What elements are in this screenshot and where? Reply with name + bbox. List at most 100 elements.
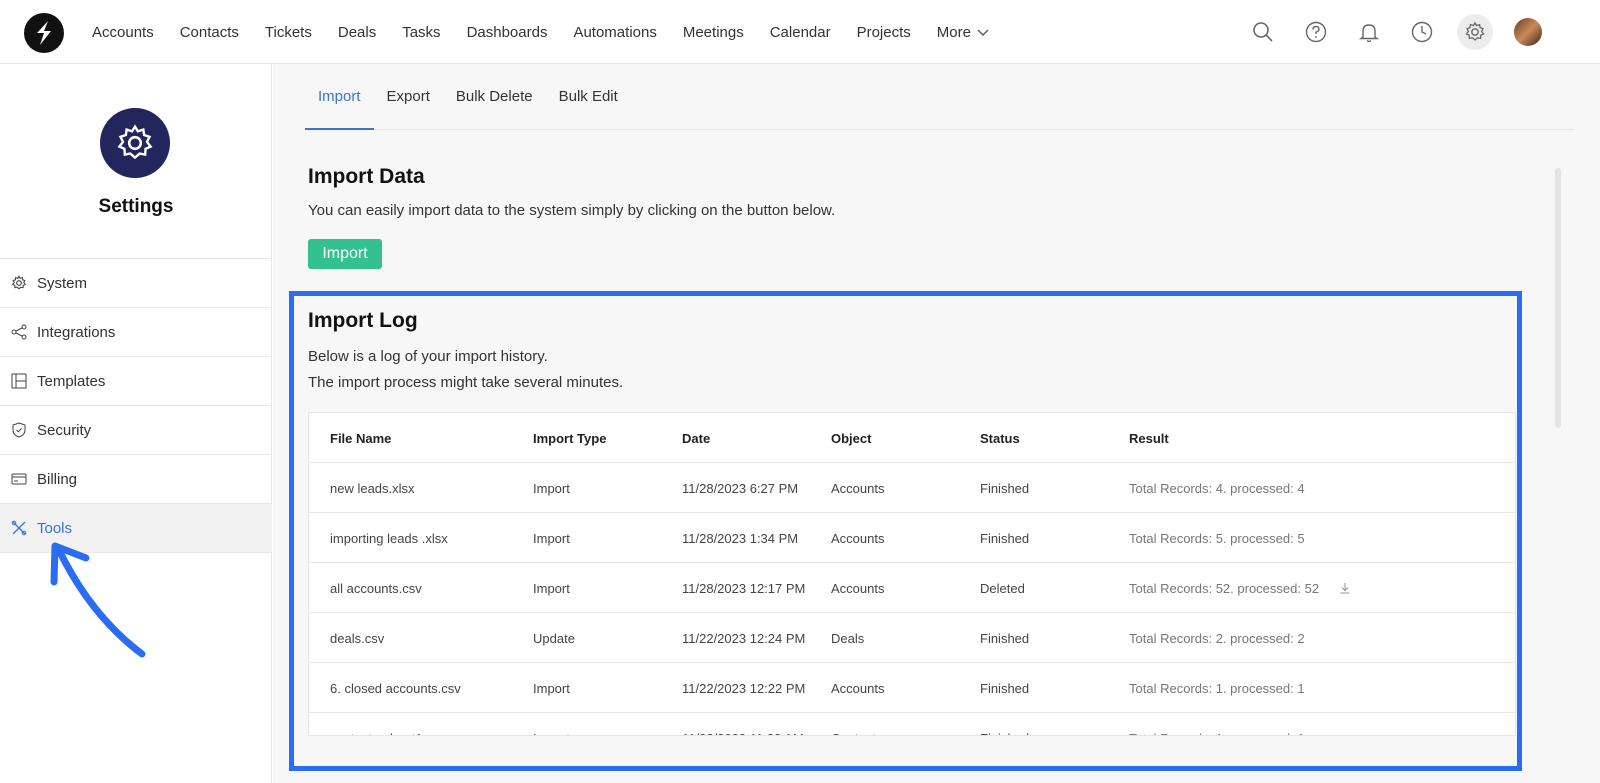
cell-import-type: Update [533,630,575,646]
gear-icon [10,274,28,292]
cell-import-type: Import [533,580,570,596]
sidebar-item-integrations[interactable]: Integrations [0,308,272,357]
cell-result: Total Records: 52. processed: 52 [1129,580,1320,596]
column-header-object: Object [831,430,872,446]
settings-sidebar: Settings System Integrations Templates S… [0,64,272,783]
cell-file-name: deals.csv [330,630,385,646]
sidebar-item-security[interactable]: Security [0,406,272,455]
main-content: Import Export Bulk Delete Bulk Edit Impo… [273,64,1600,783]
tab-export[interactable]: Export [374,63,443,129]
nav-item-deals[interactable]: Deals [338,24,376,41]
search-icon[interactable] [1245,14,1281,50]
column-header-date: Date [682,430,711,446]
sidebar-item-label: Integrations [37,323,116,341]
tab-bulk-delete[interactable]: Bulk Delete [443,63,546,129]
column-header-status: Status [980,430,1020,446]
cell-import-type: Import [533,713,570,736]
top-navigation-bar: Accounts Contacts Tickets Deals Tasks Da… [0,0,1600,64]
settings-title: Settings [98,196,174,217]
sidebar-item-label: Billing [37,470,78,488]
settings-badge-icon [100,108,170,178]
cell-date: 11/28/2023 12:17 PM [682,580,806,596]
nav-item-meetings[interactable]: Meetings [683,24,744,41]
cell-status: Finished [980,480,1030,496]
import-data-heading: Import Data [308,165,425,188]
bell-icon[interactable] [1351,14,1387,50]
cell-object: Accounts [831,580,885,596]
import-log-heading: Import Log [308,309,418,332]
nav-item-projects[interactable]: Projects [857,24,911,41]
nav-item-automations[interactable]: Automations [573,24,656,41]
tab-import[interactable]: Import [305,63,374,130]
cell-file-name: 6. closed accounts.csv [330,680,461,696]
cell-date: 11/28/2023 6:27 PM [682,480,799,496]
table-row: new leads.xlsx Import 11/28/2023 6:27 PM… [309,463,1515,513]
cell-status: Finished [980,530,1030,546]
logo-icon [37,21,51,45]
card-icon [10,470,28,488]
cell-status: Finished [980,680,1030,696]
tools-tabs: Import Export Bulk Delete Bulk Edit [305,64,1575,130]
download-icon[interactable] [1339,563,1351,613]
cell-date: 11/28/2023 1:34 PM [682,530,799,546]
cell-file-name: importing leads .xlsx [330,530,448,546]
sidebar-item-billing[interactable]: Billing [0,455,272,504]
sidebar-item-label: Tools [37,519,73,537]
annotation-arrow-icon [50,542,146,658]
table-row: contact - sheet1.csv Import 11/22/2023 1… [309,713,1515,736]
nav-item-accounts[interactable]: Accounts [92,24,154,41]
cell-result: Total Records: 1. processed: 1 [1129,680,1305,696]
table-header-row: File Name Import Type Date Object Status… [309,413,1515,463]
sidebar-menu: System Integrations Templates Security B… [0,258,272,553]
cell-object: Accounts [831,480,885,496]
cell-object: Accounts [831,530,885,546]
nav-item-tickets[interactable]: Tickets [265,24,312,41]
cell-import-type: Import [533,530,570,546]
import-log-description: Below is a log of your import history. [308,348,548,365]
cell-status: Deleted [980,580,1025,596]
cell-result: Total Records: 5. processed: 5 [1129,530,1305,546]
nav-more-label: More [936,23,971,41]
nav-item-tasks[interactable]: Tasks [402,24,440,41]
settings-gear-icon[interactable] [1457,14,1493,50]
chevron-down-icon [977,29,989,36]
cell-status: Finished [980,630,1030,646]
cell-result: Total Records: 2. processed: 2 [1129,630,1305,646]
cell-import-type: Import [533,480,570,496]
scrollbar[interactable] [1555,168,1561,428]
nav-item-calendar[interactable]: Calendar [770,24,831,41]
nav-item-dashboards[interactable]: Dashboards [467,24,548,41]
table-row: all accounts.csv Import 11/28/2023 12:17… [309,563,1515,613]
cell-import-type: Import [533,680,570,696]
import-log-table: File Name Import Type Date Object Status… [308,412,1516,736]
column-header-import-type: Import Type [533,430,607,446]
sidebar-item-label: Templates [37,372,106,390]
table-row: deals.csv Update 11/22/2023 12:24 PM Dea… [309,613,1515,663]
cell-file-name: new leads.xlsx [330,480,415,496]
tab-bulk-edit[interactable]: Bulk Edit [546,63,631,129]
help-icon[interactable] [1298,14,1334,50]
column-header-result: Result [1129,430,1169,446]
cell-object: Accounts [831,680,885,696]
import-data-description: You can easily import data to the system… [308,202,836,219]
cell-file-name: contact - sheet1.csv [330,713,446,736]
cell-object: Contacts [831,713,882,736]
nav-item-contacts[interactable]: Contacts [180,24,239,41]
sidebar-item-label: Security [37,421,92,439]
cell-result: Total Records: 4. processed: 4 [1129,480,1305,496]
clock-icon[interactable] [1404,14,1440,50]
share-icon [10,323,28,341]
column-header-file-name: File Name [330,430,392,446]
sidebar-item-templates[interactable]: Templates [0,357,272,406]
app-logo[interactable] [24,13,64,53]
import-log-note: The import process might take several mi… [308,374,624,391]
shield-icon [10,421,28,439]
import-button[interactable]: Import [308,239,382,269]
cell-status: Finished [980,713,1029,736]
tools-icon [10,519,28,537]
sidebar-item-system[interactable]: System [0,259,272,308]
table-row: 6. closed accounts.csv Import 11/22/2023… [309,663,1515,713]
cell-object: Deals [831,630,865,646]
user-avatar[interactable] [1514,18,1542,46]
nav-more-menu[interactable]: More [937,24,989,41]
